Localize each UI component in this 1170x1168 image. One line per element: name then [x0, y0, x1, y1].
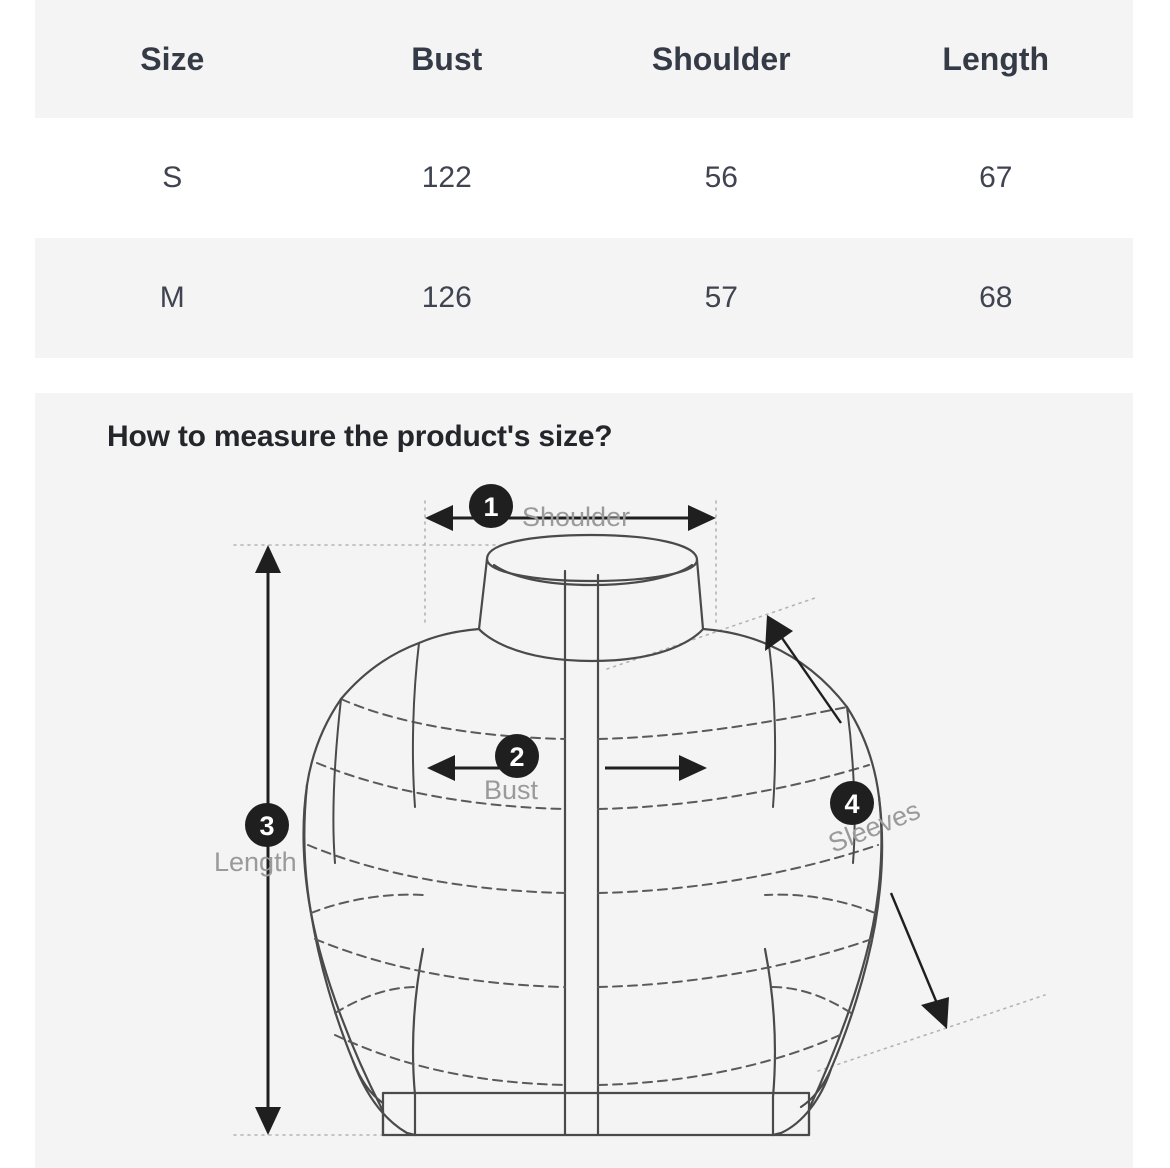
callout-bust: 2 Bust [427, 734, 707, 805]
callout-label-bust: Bust [484, 775, 539, 805]
left-body-outline [302, 697, 385, 1137]
shoulder-arrow-head-left [425, 505, 453, 531]
callout-length: 3 Length [214, 545, 297, 1135]
size-guide-page: Size Bust Shoulder Length S 122 56 67 M … [0, 0, 1170, 1168]
shoulder-arrow-head-right [688, 505, 716, 531]
callout-sleeves: 4 Sleeves [765, 615, 949, 1029]
badge-1-number: 1 [483, 492, 498, 522]
cell-length: 68 [858, 238, 1133, 358]
collar-top-opening [485, 533, 699, 583]
panel-seams [332, 642, 856, 864]
cell-shoulder: 56 [584, 118, 859, 238]
sleeve-arrow-head-lower [921, 997, 949, 1029]
callout-shoulder: 1 Shoulder [425, 484, 716, 532]
table-row: S 122 56 67 [35, 118, 1133, 238]
quilting-seams [307, 698, 879, 1086]
table-row: M 126 57 68 [35, 238, 1133, 358]
sleeve-arrow-head-upper [765, 615, 793, 651]
column-header-bust: Bust [309, 0, 584, 118]
left-shoulder-seam [339, 627, 481, 701]
bust-arrow-head-left [427, 755, 455, 781]
table-body: S 122 56 67 M 126 57 68 [35, 118, 1133, 358]
length-arrow-head-bottom [255, 1107, 281, 1135]
left-sleeve-inner-seam [411, 947, 425, 1137]
measurement-diagram-panel: How to measure the product's size? 1 Sho… [35, 393, 1133, 1168]
badge-3-number: 3 [259, 811, 274, 841]
left-sleeve-outer [303, 783, 385, 1105]
cell-bust: 126 [309, 238, 584, 358]
cell-size: M [35, 238, 310, 358]
puffer-jacket-drawing [302, 533, 884, 1137]
guide-lines [233, 500, 1046, 1136]
column-header-length: Length [858, 0, 1133, 118]
jacket-measurement-illustration: 1 Shoulder 2 Bust 3 Length 4 Sleeves [214, 484, 1046, 1137]
column-header-size: Size [35, 0, 310, 118]
table-header: Size Bust Shoulder Length [35, 0, 1133, 118]
bust-arrow-head-right [679, 755, 707, 781]
cell-bust: 122 [309, 118, 584, 238]
table-header-row: Size Bust Shoulder Length [35, 0, 1133, 118]
cell-length: 67 [858, 118, 1133, 238]
cell-shoulder: 57 [584, 238, 859, 358]
right-sleeve-inner-seam [763, 947, 777, 1137]
badge-4-number: 4 [844, 789, 859, 819]
sleeve-arrow-line-upper [772, 624, 842, 724]
column-header-shoulder: Shoulder [584, 0, 859, 118]
sleeve-arrow-line-lower [889, 892, 943, 1014]
cell-size: S [35, 118, 310, 238]
badge-2-number: 2 [509, 742, 524, 772]
callout-label-length: Length [214, 847, 297, 877]
size-chart-table: Size Bust Shoulder Length S 122 56 67 M … [35, 0, 1133, 358]
callout-label-shoulder: Shoulder [522, 502, 630, 532]
length-arrow-head-top [255, 545, 281, 573]
